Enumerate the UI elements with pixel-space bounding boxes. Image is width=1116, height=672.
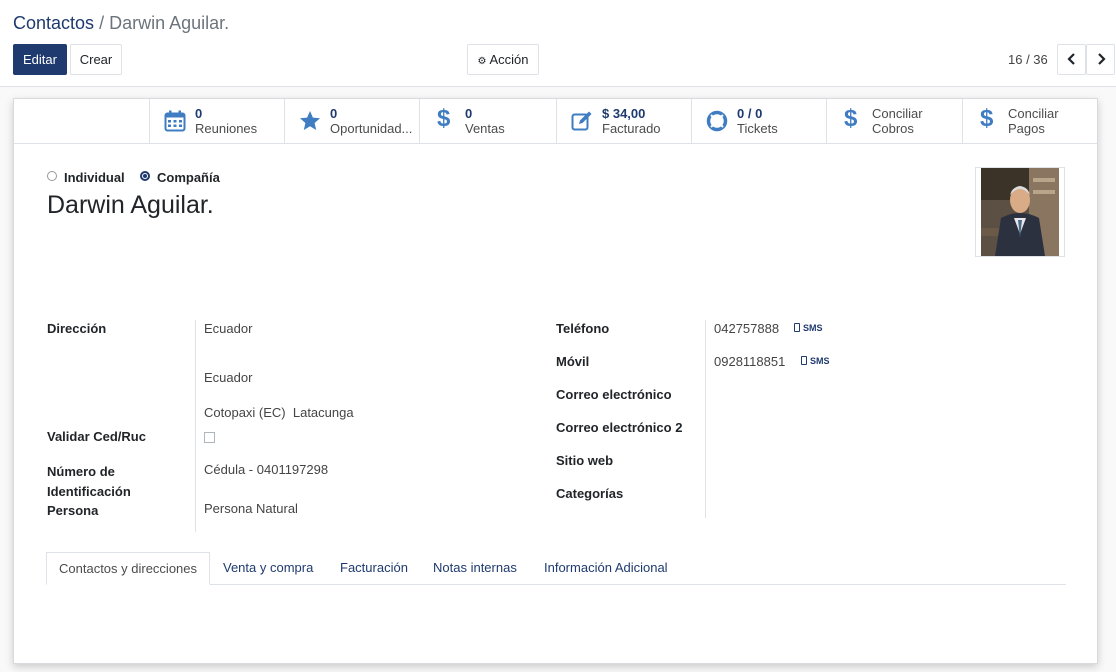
meetings-count: 0 <box>195 106 203 121</box>
control-panel: Contactos / Darwin Aguilar. Editar Crear… <box>0 0 1116 87</box>
tickets-stat-button[interactable]: 0 / 0 Tickets <box>691 99 826 143</box>
dollar-icon: $ <box>437 105 451 132</box>
tab-invoicing[interactable]: Facturación <box>340 552 408 584</box>
smart-button-box: 0 Reuniones 0 Oportunidad... $ 0 Ventas <box>14 99 1097 144</box>
edit-icon <box>571 111 592 131</box>
opportunities-label: Oportunidad... <box>330 121 413 136</box>
identification-label: Número de Identificación Persona <box>47 462 131 521</box>
radio-individual-label: Individual <box>64 170 125 185</box>
address-country[interactable]: Ecuador <box>204 321 252 336</box>
reconcile-payments-button[interactable]: $ Conciliar Pagos <box>962 99 1097 143</box>
notebook-tabs: Contactos y direcciones Venta y compra F… <box>46 552 1066 585</box>
mobile-value[interactable]: 0928118851 <box>714 354 785 369</box>
opportunities-stat-button[interactable]: 0 Oportunidad... <box>284 99 419 143</box>
reconcile-receipts-line2: Cobros <box>872 121 914 136</box>
star-icon <box>300 111 320 130</box>
action-label: Acción <box>489 52 529 67</box>
chevron-left-icon <box>1066 53 1075 65</box>
tab-sales-purchase[interactable]: Venta y compra <box>223 552 313 584</box>
validate-id-checkbox[interactable] <box>204 432 215 443</box>
radio-company-label: Compañía <box>157 170 220 185</box>
phone-sms-button[interactable]: SMS <box>794 323 823 333</box>
tab-additional-info[interactable]: Información Adicional <box>544 552 668 584</box>
reconcile-payments-line1: Conciliar <box>1008 106 1059 121</box>
action-button[interactable]: ⚙ Acción <box>467 44 539 75</box>
categories-label: Categorías <box>556 486 624 501</box>
website-label: Sitio web <box>556 453 614 468</box>
identification-label-line1: Número de <box>47 464 115 479</box>
create-button[interactable]: Crear <box>70 44 122 75</box>
lifebuoy-icon <box>706 110 728 132</box>
form-sheet: 0 Reuniones 0 Oportunidad... $ 0 Ventas <box>13 98 1098 664</box>
right-group-divider <box>705 320 706 518</box>
left-group-divider <box>195 320 196 532</box>
identification-value[interactable]: Cédula - 0401197298 <box>204 462 328 477</box>
mobile-sms-button[interactable]: SMS <box>801 356 830 366</box>
invoiced-amount: $ 34,00 <box>602 106 646 121</box>
mobile-phone-icon <box>801 356 807 365</box>
breadcrumb: Contactos / Darwin Aguilar. <box>13 12 229 34</box>
email2-label: Correo electrónico 2 <box>556 420 683 435</box>
invoiced-stat-button[interactable]: $ 34,00 Facturado <box>556 99 691 143</box>
phone-value[interactable]: 042757888 <box>714 321 779 336</box>
identification-label-line3: Persona <box>47 503 99 518</box>
radio-company[interactable]: Compañía <box>140 170 220 185</box>
gear-icon: ⚙ <box>477 56 487 67</box>
reconcile-receipts-button[interactable]: $ Conciliar Cobros <box>826 99 961 143</box>
radio-company-circle[interactable] <box>140 171 150 181</box>
sales-stat-button[interactable]: $ 0 Ventas <box>419 99 554 143</box>
address-state-city[interactable]: Cotopaxi (EC) Latacunga <box>204 405 354 420</box>
partner-avatar[interactable] <box>975 167 1065 257</box>
tab-internal-notes[interactable]: Notas internas <box>433 552 517 584</box>
breadcrumb-separator: / <box>99 13 105 33</box>
breadcrumb-contactos-link[interactable]: Contactos <box>13 13 94 33</box>
radio-individual[interactable]: Individual <box>47 170 125 185</box>
phone-sms-label: SMS <box>803 323 823 333</box>
tab-contacts-addresses[interactable]: Contactos y direcciones <box>46 552 211 585</box>
meetings-stat-button[interactable]: 0 Reuniones <box>149 99 284 143</box>
pager-next-button[interactable] <box>1086 44 1115 75</box>
avatar-photo <box>981 168 1059 256</box>
invoiced-label: Facturado <box>602 121 661 136</box>
meetings-label: Reuniones <box>195 121 258 136</box>
edit-button[interactable]: Editar <box>13 44 67 75</box>
sales-label: Ventas <box>465 121 505 136</box>
validate-id-label: Validar Ced/Ruc <box>47 429 146 444</box>
calendar-icon <box>164 110 186 132</box>
chevron-right-icon <box>1097 53 1106 65</box>
tickets-count: 0 / 0 <box>737 106 763 121</box>
tickets-label: Tickets <box>737 121 778 136</box>
mobile-sms-label: SMS <box>810 356 830 366</box>
phone-label: Teléfono <box>556 321 610 336</box>
partner-name[interactable]: Darwin Aguilar. <box>47 191 214 220</box>
email-label: Correo electrónico <box>556 387 672 402</box>
dollar-icon: $ <box>980 105 994 132</box>
mobile-label: Móvil <box>556 354 590 369</box>
person-type-value[interactable]: Persona Natural <box>204 501 298 516</box>
sales-count: 0 <box>465 106 473 121</box>
mobile-phone-icon <box>794 323 800 332</box>
identification-label-line2: Identificación <box>47 483 131 499</box>
pager-value[interactable]: 16 / 36 <box>1008 52 1048 67</box>
reconcile-payments-line2: Pagos <box>1008 121 1045 136</box>
breadcrumb-current: Darwin Aguilar. <box>109 13 230 33</box>
radio-individual-circle[interactable] <box>47 171 57 181</box>
dollar-icon: $ <box>844 105 858 132</box>
opportunities-count: 0 <box>330 106 338 121</box>
address-country-2[interactable]: Ecuador <box>204 370 252 385</box>
address-label: Dirección <box>47 321 107 336</box>
pager-previous-button[interactable] <box>1057 44 1086 75</box>
reconcile-receipts-line1: Conciliar <box>872 106 923 121</box>
